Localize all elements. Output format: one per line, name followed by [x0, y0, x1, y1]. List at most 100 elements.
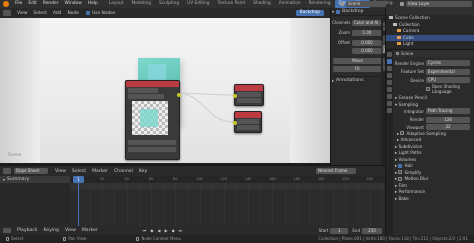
prev-key-icon[interactable]: ◆ — [150, 228, 153, 233]
simplify-checkbox[interactable] — [398, 170, 403, 174]
motion-blur-checkbox[interactable] — [398, 176, 403, 181]
backdrop-panel-header[interactable]: ▾ Backdrop — [330, 8, 385, 16]
play-icon[interactable]: ▶ — [165, 228, 168, 233]
menu-file[interactable]: File — [12, 0, 25, 8]
node-input-socket[interactable] — [233, 94, 237, 98]
bake-panel[interactable]: ▸ Bake — [394, 196, 474, 203]
menu-node[interactable]: Node — [64, 11, 81, 16]
tab-sculpting[interactable]: Sculpting — [155, 0, 183, 8]
tab-uv-editing[interactable]: UV Editing — [183, 0, 213, 8]
editor-type-icon[interactable] — [3, 168, 11, 174]
viewer-node[interactable] — [233, 111, 262, 133]
menu-key[interactable]: Key — [136, 169, 150, 174]
render-layers-node[interactable] — [125, 80, 181, 160]
menu-view[interactable]: View — [62, 228, 79, 233]
node-header[interactable] — [126, 81, 179, 87]
menu-marker[interactable]: Marker — [79, 228, 101, 233]
tab-layout[interactable]: Layout — [105, 0, 128, 8]
backdrop-toggle-button[interactable]: Backdrop — [295, 10, 324, 16]
keyframe-area[interactable]: 20 40 60 80 100 120 140 160 180 200 220 240 1 — [70, 176, 386, 226]
blender-logo-icon[interactable] — [3, 1, 9, 7]
device-dropdown[interactable]: CPU — [426, 77, 470, 84]
tab-shading[interactable]: Shading — [249, 0, 274, 8]
node-socket-row[interactable] — [237, 125, 259, 130]
node-socket-row[interactable] — [237, 98, 261, 103]
object-tab-icon[interactable] — [387, 94, 392, 99]
node-output-socket[interactable] — [177, 93, 181, 97]
material-tab-icon[interactable] — [387, 108, 392, 113]
menu-edit[interactable]: Edit — [25, 0, 40, 8]
composite-node[interactable] — [233, 84, 264, 106]
area-divider[interactable] — [385, 8, 386, 235]
end-frame-field[interactable]: 250 — [362, 227, 382, 234]
offset-x-field[interactable]: 0.000 — [352, 39, 382, 46]
menu-render[interactable]: Render — [40, 0, 62, 8]
channels-dropdown[interactable]: Color and Al... — [352, 19, 382, 26]
render-samples-field[interactable]: 128 — [426, 116, 470, 123]
area-divider[interactable] — [330, 8, 331, 166]
playhead-line[interactable] — [78, 176, 79, 226]
play-reverse-icon[interactable]: ◀ — [157, 228, 160, 233]
summary-channel[interactable]: ▾ Summary — [0, 176, 70, 183]
modifier-tab-icon[interactable] — [387, 101, 392, 106]
jump-start-icon[interactable]: ⏮ — [143, 228, 147, 233]
render-tab-icon[interactable] — [387, 59, 392, 64]
node-input-socket[interactable] — [233, 121, 237, 125]
adaptive-sampling-checkbox[interactable] — [400, 131, 405, 135]
node-editor-canvas[interactable]: Scene — [0, 18, 330, 163]
menu-playback[interactable]: Playback — [14, 228, 41, 233]
menu-window[interactable]: Window — [62, 0, 85, 8]
output-tab-icon[interactable] — [387, 66, 392, 71]
start-frame-field[interactable]: 1 — [330, 227, 349, 234]
view-layer-selector[interactable]: View Layer — [400, 1, 472, 7]
offset-y-field[interactable]: 0.000 — [352, 47, 382, 54]
render-engine-dropdown[interactable]: Cycles — [426, 60, 470, 67]
hair-checkbox[interactable] — [398, 163, 403, 168]
next-key-icon[interactable]: ◆ — [172, 228, 175, 233]
viewport-samples-field[interactable]: 32 — [426, 124, 470, 131]
menu-add[interactable]: Add — [50, 11, 65, 16]
node-dropdown[interactable] — [128, 140, 176, 145]
feature-set-dropdown[interactable]: Experimental — [426, 68, 470, 75]
menu-channel[interactable]: Channel — [111, 169, 136, 174]
scene-name[interactable]: Scene — [346, 1, 386, 7]
zoom-field[interactable]: 1.00 — [352, 29, 382, 36]
node-header[interactable] — [235, 85, 263, 91]
scene-selector[interactable]: Scene — [340, 1, 386, 7]
fit-button[interactable]: Fit — [333, 66, 382, 72]
node-socket-row[interactable] — [237, 119, 259, 124]
area-divider[interactable] — [386, 49, 474, 50]
outliner-item-light[interactable]: Light — [386, 41, 474, 48]
tool-tab-icon[interactable] — [387, 52, 392, 57]
dope-sheet-area[interactable]: ▾ Summary 20 40 60 80 100 120 140 160 180 200 220 2… — [0, 176, 386, 226]
playhead-frame-indicator[interactable]: 1 — [73, 176, 84, 183]
annotations-panel-header[interactable]: ▸ Annotations — [330, 76, 385, 83]
scene-tab-icon[interactable] — [387, 80, 392, 85]
menu-select[interactable]: Select — [69, 169, 89, 174]
view-layer-tab-icon[interactable] — [387, 73, 392, 78]
world-tab-icon[interactable] — [387, 87, 392, 92]
tab-animation[interactable]: Animation — [275, 0, 305, 8]
view-layer-name[interactable]: View Layer — [406, 1, 472, 7]
jump-end-icon[interactable]: ⏭ — [179, 228, 183, 233]
node-dropdown[interactable] — [128, 147, 176, 152]
menu-help[interactable]: Help — [85, 0, 101, 8]
backdrop-checkbox[interactable] — [336, 9, 341, 14]
tab-texture-paint[interactable]: Texture Paint — [214, 0, 250, 8]
tab-rendering[interactable]: Rendering — [305, 0, 335, 8]
menu-view[interactable]: View — [52, 169, 69, 174]
open-shading-language-row[interactable]: Open Shading Language — [394, 84, 474, 94]
menu-keying[interactable]: Keying — [41, 228, 62, 233]
node-socket-row[interactable] — [237, 92, 261, 97]
use-nodes-checkbox[interactable] — [85, 11, 90, 15]
osl-checkbox[interactable] — [426, 86, 430, 91]
editor-type-icon[interactable] — [3, 10, 11, 16]
snap-mode-dropdown[interactable]: Nearest Frame — [316, 168, 356, 174]
move-button[interactable]: Move — [333, 58, 382, 64]
editor-type-icon[interactable] — [3, 228, 11, 233]
integrator-dropdown[interactable]: Path Tracing — [426, 108, 470, 115]
dope-sheet-mode-dropdown[interactable]: Dope Sheet — [14, 168, 48, 174]
menu-marker[interactable]: Marker — [89, 169, 111, 174]
tab-modeling[interactable]: Modeling — [127, 0, 155, 8]
node-socket-row[interactable] — [128, 94, 164, 99]
